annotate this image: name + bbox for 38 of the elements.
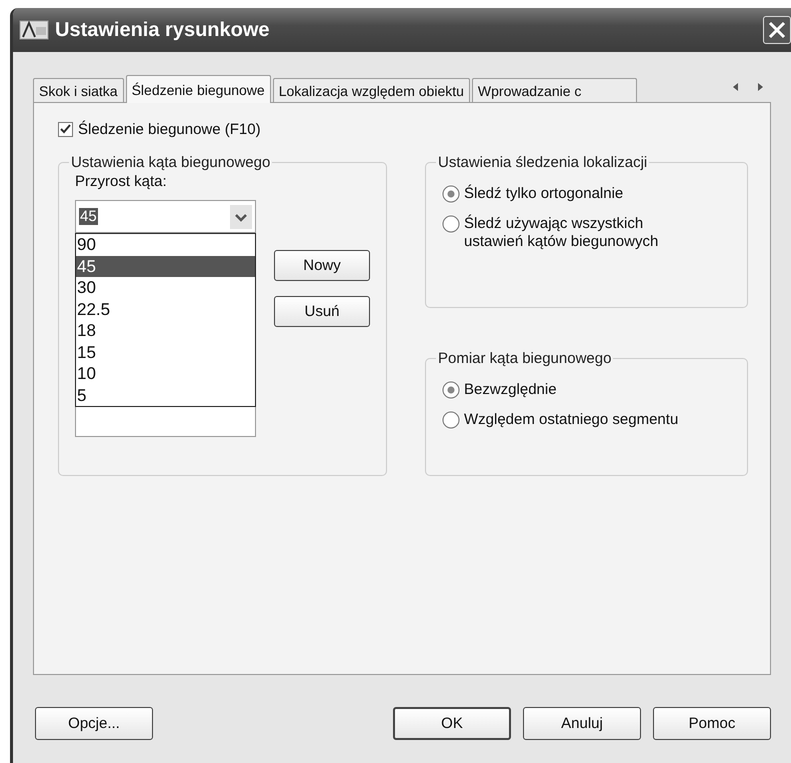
dropdown-value: 45 — [79, 208, 98, 225]
dialog-button[interactable]: Pomoc — [653, 707, 771, 740]
dropdown-option[interactable]: 18 — [76, 320, 255, 342]
dropdown-option[interactable]: 90 — [76, 234, 255, 256]
radio-button[interactable] — [442, 411, 460, 429]
radio-button[interactable] — [442, 185, 460, 203]
radio-button[interactable] — [442, 215, 460, 233]
dropdown-option[interactable]: 22.5 — [76, 298, 255, 320]
group-button[interactable]: Usuń — [274, 296, 370, 327]
radio-label: Śledź tylko ortogonalnie — [464, 185, 624, 203]
group-title: Ustawienia kąta biegunowego — [70, 154, 272, 171]
dropdown-option[interactable]: 15 — [76, 342, 255, 363]
dialog-button[interactable]: Anuluj — [523, 707, 641, 740]
radio-button[interactable] — [442, 381, 460, 399]
group-title: Pomiar kąta biegunowego — [437, 350, 612, 367]
group-button[interactable]: Nowy — [274, 250, 370, 281]
field-label: Przyrost kąta: — [75, 173, 168, 190]
window-title: Ustawienia rysunkowe — [55, 18, 271, 42]
dropdown-option[interactable]: 10 — [76, 363, 255, 384]
tab[interactable]: Skok i siatka — [33, 78, 124, 102]
close-button[interactable] — [763, 16, 791, 44]
radio-label: Względem ostatniego segmentu — [464, 411, 678, 429]
group-title: Ustawienia śledzenia lokalizacji — [437, 154, 648, 171]
close-icon — [767, 20, 787, 40]
dropdown-option[interactable]: 30 — [76, 277, 255, 298]
tab[interactable]: Śledzenie biegunowe — [126, 75, 271, 103]
checkbox[interactable] — [58, 122, 73, 137]
dropdown-option[interactable]: 45 — [76, 256, 255, 277]
radio-label: Bezwzględnie — [464, 381, 557, 399]
dialog-button[interactable]: OK — [393, 707, 511, 740]
tab[interactable]: Lokalizacja względem obiektu — [272, 78, 470, 102]
options-button[interactable]: Opcje... — [35, 707, 153, 740]
angle-dropdown[interactable]: 45 — [75, 200, 256, 233]
tab[interactable]: Wprowadzanie c — [472, 78, 637, 102]
dropdown-option[interactable]: 5 — [76, 384, 255, 406]
radio-label: Śledź używając wszystkich ustawień kątów biegunowych — [464, 215, 660, 251]
checkbox-label: Śledzenie biegunowe (F10) — [78, 121, 261, 138]
app-icon — [19, 19, 49, 41]
